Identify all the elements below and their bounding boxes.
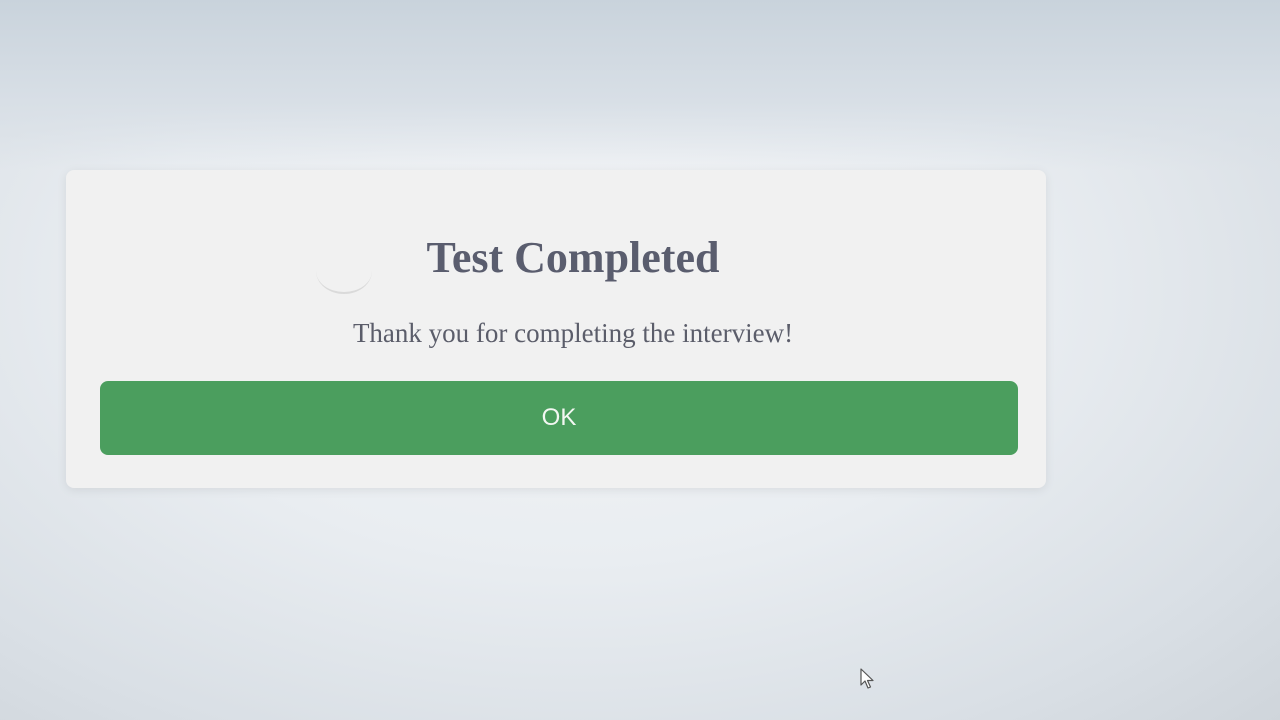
ok-button[interactable]: OK: [100, 381, 1018, 455]
dialog-message: Thank you for completing the interview!: [352, 318, 794, 348]
arrow-cursor-icon: [860, 668, 874, 689]
dialog-title: Test Completed: [426, 233, 720, 282]
screen-backdrop: [0, 0, 1280, 170]
test-completed-dialog: Test Completed Thank you for completing …: [66, 170, 1046, 488]
